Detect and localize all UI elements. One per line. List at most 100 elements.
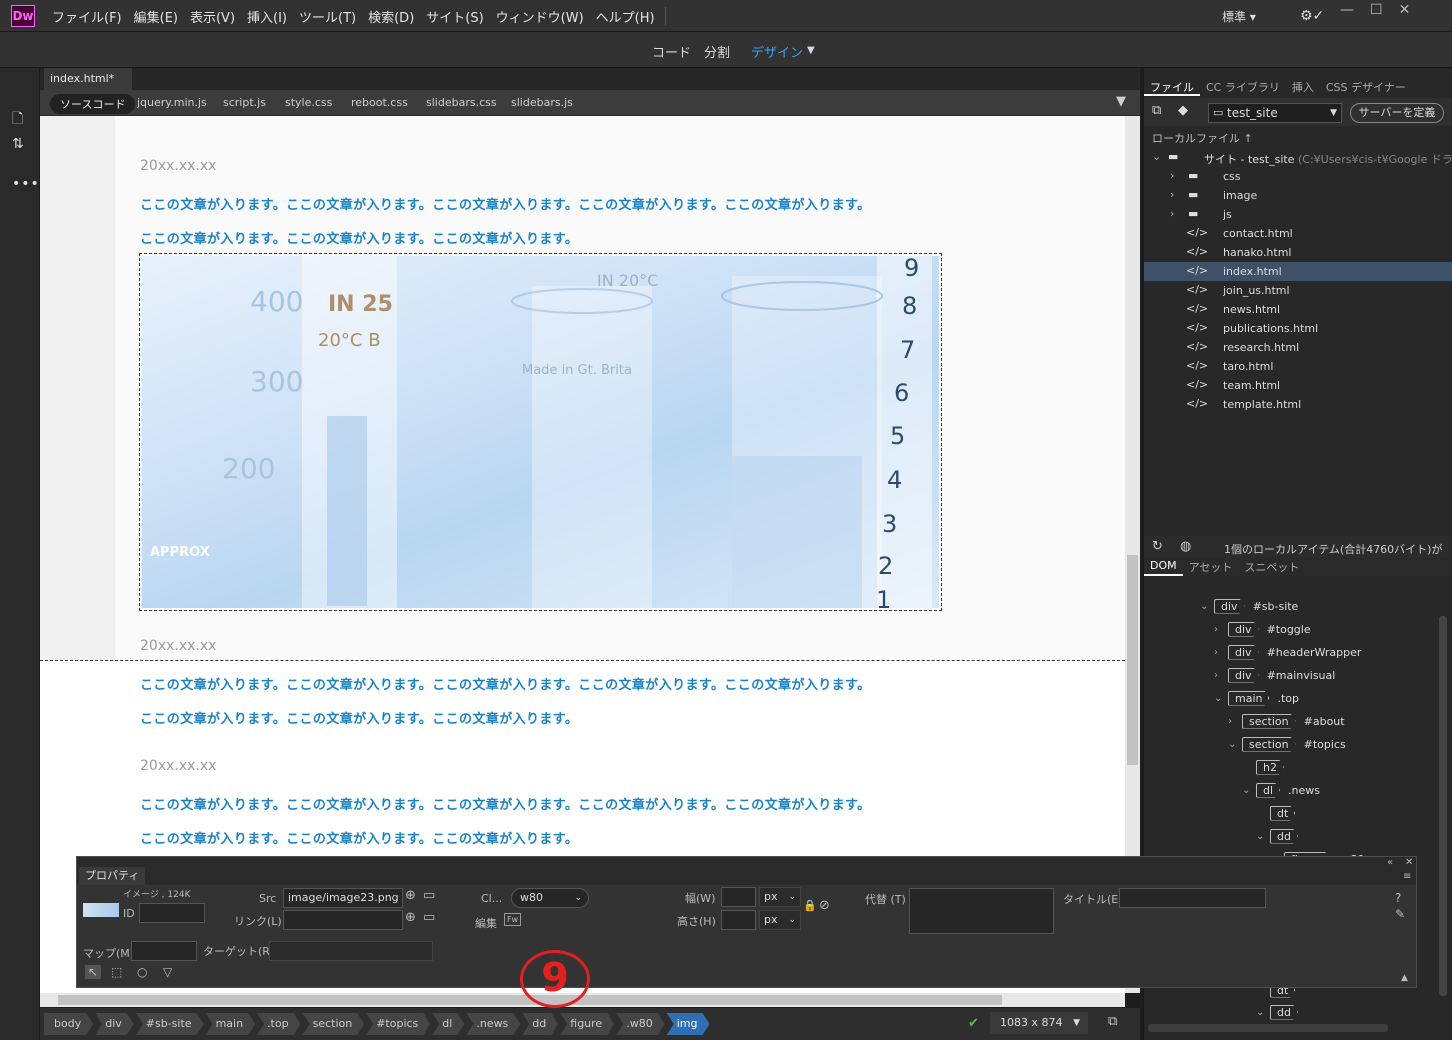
tree-file-selected[interactable]: </> index.html bbox=[1144, 262, 1452, 281]
crumb-img[interactable]: img bbox=[667, 1013, 710, 1035]
chevron-down-icon[interactable]: ⌄ bbox=[1256, 1007, 1270, 1018]
edit-rule-icon[interactable]: ✎ bbox=[1395, 907, 1405, 921]
related-file-slidebars-js[interactable]: slidebars.js bbox=[511, 96, 573, 109]
chevron-right-icon[interactable]: › bbox=[1214, 670, 1228, 681]
crumb-dd[interactable]: dd bbox=[522, 1013, 558, 1035]
poly-hotspot-icon[interactable]: ▽ bbox=[163, 965, 172, 979]
crumb-section[interactable]: section bbox=[303, 1013, 365, 1035]
tab-insert[interactable]: 挿入 bbox=[1286, 78, 1320, 96]
alt-textarea[interactable] bbox=[909, 888, 1054, 934]
panel-menu-icon[interactable]: ≡ bbox=[1403, 871, 1411, 882]
dom-node[interactable]: ⌄ div #sb-site bbox=[1200, 596, 1298, 616]
chevron-right-icon[interactable]: › bbox=[1170, 207, 1174, 220]
class-select[interactable]: w80 ⌄ bbox=[511, 888, 589, 908]
dom-node[interactable]: ⌄ section #topics bbox=[1228, 734, 1346, 754]
menu-file[interactable]: ファイル(F) bbox=[46, 7, 128, 26]
filter-icon[interactable]: ▼ bbox=[1116, 94, 1126, 109]
crumb-figure[interactable]: figure bbox=[560, 1013, 614, 1035]
define-server-button[interactable]: サーバーを定義 bbox=[1350, 103, 1444, 123]
menu-find[interactable]: 検索(D) bbox=[362, 7, 420, 26]
link-input[interactable] bbox=[283, 910, 403, 930]
chevron-right-icon[interactable]: › bbox=[1214, 647, 1228, 658]
selected-image[interactable]: 400 300 200 IN 25 20°C B IN 20°C Made in… bbox=[139, 253, 942, 611]
crumb-sb-site[interactable]: #sb-site bbox=[136, 1013, 204, 1035]
rect-hotspot-icon[interactable]: ⬚ bbox=[111, 965, 122, 979]
lock-icon[interactable]: 🔒 bbox=[803, 899, 817, 912]
tab-files[interactable]: ファイル bbox=[1144, 78, 1200, 96]
git-icon[interactable]: ◆ bbox=[1178, 103, 1188, 118]
menu-window[interactable]: ウィンドウ(W) bbox=[490, 7, 590, 26]
tree-file[interactable]: </> team.html bbox=[1144, 376, 1452, 395]
chevron-down-icon[interactable]: ⌄ bbox=[1242, 785, 1256, 796]
chevron-right-icon[interactable]: › bbox=[1170, 169, 1174, 182]
close-icon[interactable]: ✕ bbox=[1405, 857, 1413, 868]
dom-node[interactable]: h2 bbox=[1242, 757, 1292, 777]
help-icon[interactable]: ? bbox=[1395, 891, 1401, 905]
tab-snippets[interactable]: スニペット bbox=[1238, 558, 1305, 576]
dom-horizontal-scrollbar[interactable] bbox=[1148, 1024, 1388, 1032]
minimize-icon[interactable]: — bbox=[1340, 2, 1354, 18]
circle-hotspot-icon[interactable]: ○ bbox=[137, 965, 147, 979]
related-file-style[interactable]: style.css bbox=[285, 96, 332, 109]
map-input[interactable] bbox=[131, 941, 197, 961]
gear-icon[interactable]: ⚙✓ bbox=[1300, 8, 1324, 24]
related-file-jquery[interactable]: jquery.min.js bbox=[137, 96, 207, 109]
crumb-div[interactable]: div bbox=[95, 1013, 134, 1035]
fireworks-button[interactable]: Fw bbox=[504, 913, 522, 926]
crumb-topics[interactable]: #topics bbox=[366, 1013, 430, 1035]
connect-icon[interactable]: ⧉ bbox=[1152, 103, 1161, 118]
dom-node[interactable]: › div #mainvisual bbox=[1214, 665, 1335, 685]
tree-site-root[interactable]: ⌄ ▬ サイト - test_site (C:¥Users¥cis-t¥Goog… bbox=[1144, 148, 1452, 167]
chevron-down-icon[interactable]: ▼ bbox=[807, 45, 815, 56]
crumb-top[interactable]: .top bbox=[257, 1013, 301, 1035]
dom-node[interactable]: ⌄ dd bbox=[1256, 1002, 1306, 1022]
menu-edit[interactable]: 編集(E) bbox=[128, 7, 184, 26]
menu-tools[interactable]: ツール(T) bbox=[293, 7, 362, 26]
tree-file[interactable]: </> publications.html bbox=[1144, 319, 1452, 338]
window-size-select[interactable]: 1083 x 874 ▼ bbox=[990, 1012, 1088, 1034]
chevron-down-icon[interactable]: ⌄ bbox=[1214, 693, 1228, 704]
document-icon[interactable]: 🗋 bbox=[12, 108, 23, 132]
tree-file[interactable]: </> research.html bbox=[1144, 338, 1452, 357]
chevron-down-icon[interactable]: ⌄ bbox=[1200, 601, 1214, 612]
chevron-down-icon[interactable]: ⌄ bbox=[1256, 831, 1270, 842]
dom-node[interactable]: › section #about bbox=[1228, 711, 1345, 731]
height-input[interactable] bbox=[721, 910, 756, 930]
related-file-slidebars-css[interactable]: slidebars.css bbox=[426, 96, 497, 109]
menu-help[interactable]: ヘルプ(H) bbox=[590, 7, 661, 26]
maximize-icon[interactable]: ☐ bbox=[1370, 2, 1383, 18]
local-files-header[interactable]: ローカルファイル ↑ bbox=[1152, 130, 1253, 146]
tree-file[interactable]: </> contact.html bbox=[1144, 224, 1452, 243]
title-input[interactable] bbox=[1119, 888, 1266, 908]
more-icon[interactable]: ••• bbox=[12, 176, 40, 192]
tree-file[interactable]: </> hanako.html bbox=[1144, 243, 1452, 262]
folder-icon[interactable]: ▭ bbox=[423, 910, 435, 925]
design-view-button[interactable]: デザイン bbox=[751, 42, 803, 61]
width-input[interactable] bbox=[721, 887, 756, 907]
id-input[interactable] bbox=[139, 903, 205, 923]
chevron-right-icon[interactable]: › bbox=[1170, 188, 1174, 201]
tree-folder-css[interactable]: › ▬ css bbox=[1144, 167, 1452, 186]
globe-icon[interactable]: ◍ bbox=[1180, 539, 1191, 554]
reset-size-icon[interactable]: ⊘ bbox=[819, 898, 830, 913]
tree-file[interactable]: </> join_us.html bbox=[1144, 281, 1452, 300]
folder-icon[interactable]: ▭ bbox=[423, 888, 435, 903]
crumb-news[interactable]: .news bbox=[466, 1013, 520, 1035]
site-select[interactable]: ▭ test_site ▼ bbox=[1208, 103, 1342, 123]
crumb-body[interactable]: body bbox=[44, 1013, 93, 1035]
dom-node[interactable]: ⌄ dd bbox=[1256, 826, 1306, 846]
tree-folder-js[interactable]: › ▬ js bbox=[1144, 205, 1452, 224]
menu-site[interactable]: サイト(S) bbox=[420, 7, 489, 26]
dom-node[interactable]: › div #headerWrapper bbox=[1214, 642, 1361, 662]
dom-node[interactable]: ⌄ dl .news bbox=[1242, 780, 1320, 800]
tab-index-html[interactable]: index.html* × bbox=[44, 68, 132, 107]
tree-file[interactable]: </> news.html bbox=[1144, 300, 1452, 319]
point-to-file-icon[interactable]: ⊕ bbox=[405, 910, 416, 925]
related-file-source[interactable]: ソースコード bbox=[50, 94, 136, 114]
code-view-button[interactable]: コード bbox=[652, 42, 691, 61]
dom-node[interactable]: dt bbox=[1256, 803, 1303, 823]
preview-icon[interactable]: ⧉ bbox=[1108, 1014, 1117, 1029]
chevron-down-icon[interactable]: ⌄ bbox=[1152, 150, 1161, 163]
crumb-w80[interactable]: .w80 bbox=[616, 1013, 665, 1035]
pointer-hotspot-icon[interactable]: ↖ bbox=[85, 965, 102, 979]
